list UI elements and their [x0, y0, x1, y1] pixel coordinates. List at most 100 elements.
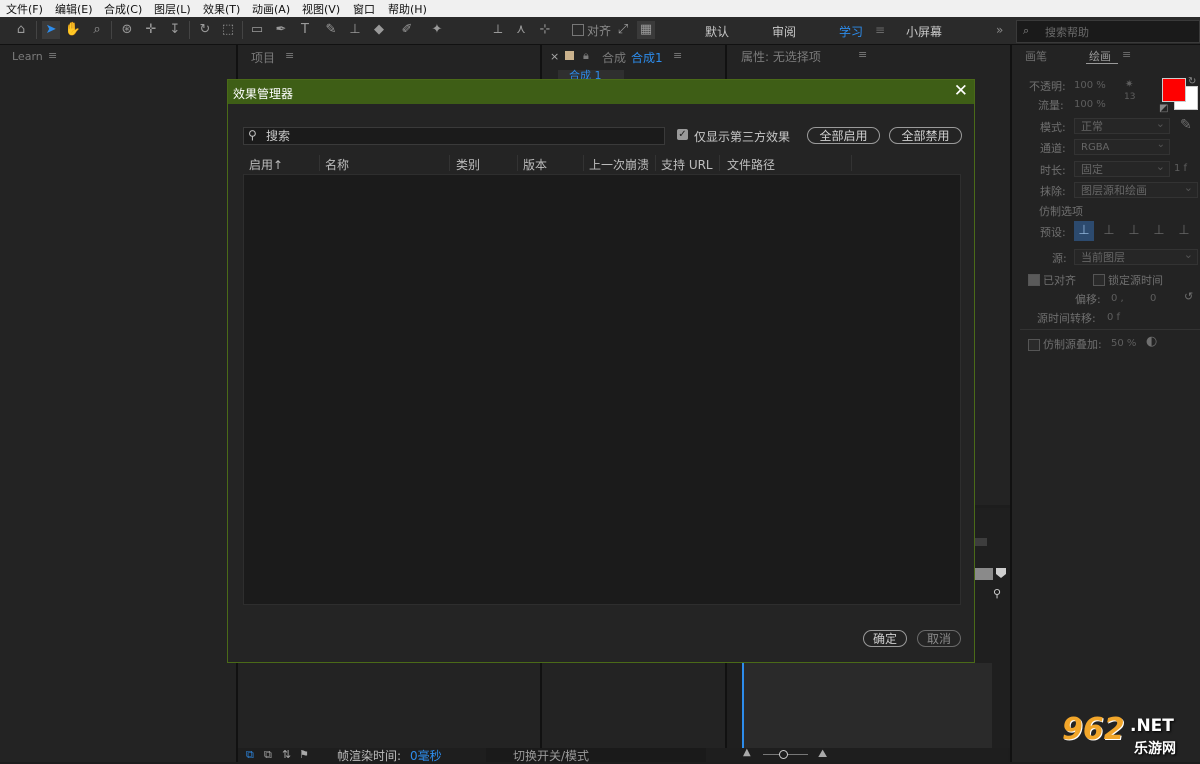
workspace-overflow-icon[interactable]: » [996, 23, 1003, 37]
menu-help[interactable]: 帮助(H) [388, 1, 427, 17]
workspace-small-screen[interactable]: 小屏幕 [906, 23, 942, 40]
rectangle-tool-icon[interactable]: ▭ [248, 21, 266, 39]
project-panel-menu-icon[interactable]: ≡ [285, 49, 294, 62]
flow-value[interactable]: 100 % [1074, 99, 1106, 110]
disable-all-button[interactable]: 全部禁用 [889, 127, 962, 144]
zoom-out-icon[interactable]: ▲ [743, 747, 751, 758]
clone-preset-4-icon[interactable]: ⊥ [1149, 221, 1169, 241]
home-icon[interactable]: ⌂ [12, 21, 30, 39]
menu-layer[interactable]: 图层(L) [154, 1, 191, 17]
align-checkbox[interactable] [572, 24, 584, 36]
timeline-playhead-marker[interactable] [973, 568, 993, 580]
mode-select[interactable]: 正常 [1074, 116, 1170, 134]
workspace-learn[interactable]: 学习 [839, 23, 863, 40]
column-enabled[interactable]: 启用↑ [249, 156, 283, 173]
type-tool-icon[interactable]: T [296, 21, 314, 39]
ok-button[interactable]: 确定 [863, 630, 907, 647]
tab-brushes[interactable]: 画笔 [1025, 48, 1047, 64]
effect-search-field[interactable]: ⚲ [243, 127, 665, 145]
pen-tool-icon[interactable]: ✒ [272, 21, 290, 39]
anchor-tool-icon[interactable]: ⬚ [219, 21, 237, 39]
swap-colors-icon[interactable]: ↻ [1188, 76, 1196, 87]
brush-tool-icon[interactable]: ✎ [322, 21, 340, 39]
clone-overlay-checkbox[interactable] [1028, 339, 1040, 351]
menu-animation[interactable]: 动画(A) [252, 1, 290, 17]
clone-preset-1-icon[interactable]: ⊥ [1074, 221, 1094, 241]
roto-brush-icon[interactable]: ✐ [398, 21, 416, 39]
menu-view[interactable]: 视图(V) [302, 1, 340, 17]
toggle-switches-modes-button[interactable]: 切换开关/模式 [486, 748, 706, 763]
clone-preset-2-icon[interactable]: ⊥ [1099, 221, 1119, 241]
composition-lock-icon[interactable]: 🔒︎ [583, 49, 589, 63]
offset-y-value[interactable]: 0 [1150, 293, 1156, 304]
workspace-review[interactable]: 审阅 [772, 23, 796, 40]
close-icon[interactable]: ✕ [954, 81, 968, 101]
pin-icon[interactable]: ⚲ [993, 587, 1001, 600]
menu-edit[interactable]: 编辑(E) [55, 1, 93, 17]
column-version[interactable]: 版本 [523, 156, 547, 173]
offset-x-value[interactable]: 0 , [1111, 293, 1124, 304]
zoom-tool-icon[interactable]: ⌕ [88, 21, 106, 39]
align-snap-icon[interactable]: ⤢ [614, 21, 632, 39]
toggle-in-out-icon[interactable]: ⇅ [282, 748, 291, 761]
selection-tool-icon[interactable]: ➤ [42, 21, 60, 39]
duration-select[interactable]: 固定 [1074, 159, 1170, 177]
aligned-checkbox[interactable] [1028, 274, 1040, 286]
rotate-tool-icon[interactable]: ↻ [196, 21, 214, 39]
composition-panel-menu-icon[interactable]: ≡ [673, 49, 682, 62]
paint-panel-menu-icon[interactable]: ≡ [1122, 48, 1131, 61]
effects-table-body[interactable] [243, 174, 961, 605]
column-category[interactable]: 类别 [456, 156, 480, 173]
search-help-field[interactable]: ⌕ 搜索帮助 [1016, 20, 1200, 43]
view-axis-icon[interactable]: ⊹ [536, 21, 554, 39]
clone-preset-3-icon[interactable]: ⊥ [1124, 221, 1144, 241]
clone-preset-5-icon[interactable]: ⊥ [1174, 221, 1194, 241]
source-time-shift-value[interactable]: 0 f [1107, 312, 1120, 323]
menu-window[interactable]: 窗口 [353, 1, 375, 17]
orbit-camera-icon[interactable]: ⊛ [118, 21, 136, 39]
current-time-indicator-icon[interactable] [996, 568, 1006, 578]
foreground-color-swatch[interactable] [1162, 78, 1186, 102]
brush-tip-icon[interactable]: ✷ [1125, 79, 1133, 90]
zoom-slider-handle[interactable] [779, 750, 788, 759]
world-axis-icon[interactable]: ⋏ [512, 21, 530, 39]
column-name[interactable]: 名称 [325, 156, 349, 173]
timeline-work-area[interactable] [975, 538, 987, 546]
channel-select[interactable]: RGBA [1074, 137, 1170, 155]
lock-source-time-checkbox[interactable] [1093, 274, 1105, 286]
dolly-camera-icon[interactable]: ↧ [166, 21, 184, 39]
properties-panel-menu-icon[interactable]: ≡ [858, 48, 867, 61]
menu-effect[interactable]: 效果(T) [203, 1, 240, 17]
reset-offset-icon[interactable]: ↺ [1184, 290, 1193, 303]
source-select[interactable]: 当前图层 [1074, 247, 1198, 265]
menu-file[interactable]: 文件(F) [6, 1, 43, 17]
clone-stamp-icon[interactable]: ⊥ [346, 21, 364, 39]
clone-overlay-value[interactable]: 50 % [1111, 338, 1136, 349]
column-support-url[interactable]: 支持 URL [661, 156, 713, 173]
render-time-icon[interactable]: ⚑ [299, 748, 309, 761]
opacity-value[interactable]: 100 % [1074, 80, 1106, 91]
toggle-transfer-controls-icon[interactable]: ⧉ [264, 748, 272, 762]
column-file-path[interactable]: 文件路径 [727, 156, 775, 173]
puppet-pin-icon[interactable]: ✦ [428, 21, 446, 39]
cancel-button[interactable]: 取消 [917, 630, 961, 647]
effect-search-input[interactable] [266, 128, 646, 144]
zoom-in-icon[interactable]: ⛰ [818, 747, 827, 761]
difference-mode-icon[interactable]: ◐ [1146, 334, 1157, 349]
dialog-titlebar[interactable]: 效果管理器 ✕ [228, 80, 974, 104]
third-party-checkbox[interactable]: ✓ [677, 129, 688, 140]
local-axis-icon[interactable]: ⟂ [489, 21, 507, 39]
menu-composition[interactable]: 合成(C) [104, 1, 142, 17]
erase-select[interactable]: 图层源和绘画 [1074, 180, 1198, 198]
enable-all-button[interactable]: 全部启用 [807, 127, 880, 144]
workspace-default[interactable]: 默认 [705, 23, 729, 40]
hand-tool-icon[interactable]: ✋ [64, 21, 82, 39]
workspace-menu-icon[interactable]: ≡ [875, 23, 885, 37]
toggle-layer-switches-icon[interactable]: ⧉ [246, 748, 254, 762]
composition-close-icon[interactable]: × [550, 50, 559, 63]
duration-frames[interactable]: 1 f [1174, 163, 1187, 174]
eyedropper-icon[interactable]: ✎ [1180, 117, 1192, 133]
default-colors-icon[interactable]: ◩ [1159, 103, 1168, 114]
eraser-tool-icon[interactable]: ◆ [370, 21, 388, 39]
learn-panel-menu-icon[interactable]: ≡ [48, 49, 57, 62]
